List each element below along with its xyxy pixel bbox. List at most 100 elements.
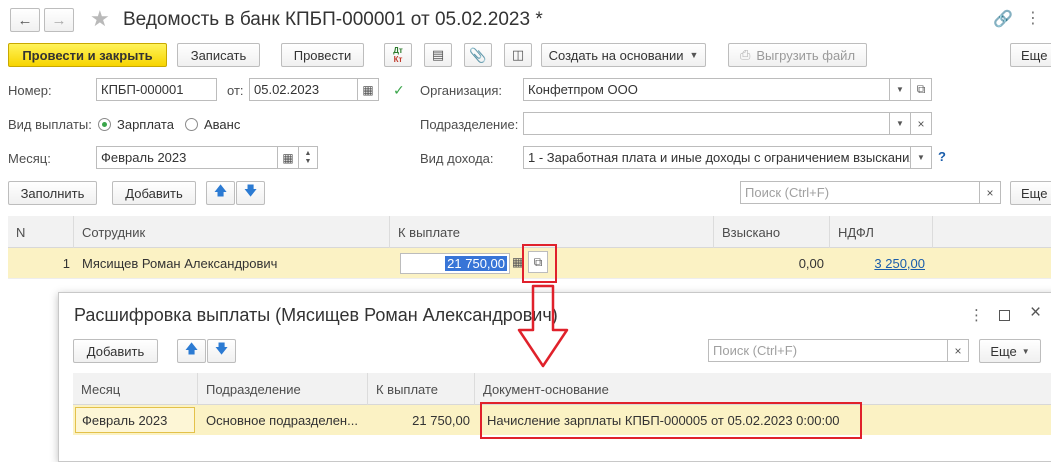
calendar-icon: ▦ — [362, 82, 374, 97]
column-n[interactable]: N — [8, 216, 74, 248]
chevron-down-icon: ▼ — [689, 50, 699, 60]
dt-kt-icon-top: Дт — [393, 46, 403, 55]
paperclip-icon: 📎 — [469, 46, 487, 63]
arrow-up-icon: 🡅 — [213, 183, 228, 198]
payout-salary-radio[interactable] — [98, 118, 111, 131]
popup-row-to-pay[interactable]: 21 750,00 — [368, 405, 470, 435]
attach-button[interactable]: 📎 — [464, 43, 492, 67]
help-icon[interactable]: ? — [938, 149, 946, 164]
column-ndfl[interactable]: НДФЛ — [830, 216, 933, 248]
clear-x-icon: × — [954, 343, 962, 358]
income-type-label: Вид дохода: — [420, 151, 494, 166]
forward-button[interactable]: → — [44, 8, 74, 32]
popup-move-down-button[interactable]: 🡇 — [207, 339, 236, 363]
organization-field[interactable]: Конфетпром ООО — [523, 78, 893, 101]
organization-label: Организация: — [420, 83, 503, 98]
popup-row-division[interactable]: Основное подразделен... — [206, 405, 366, 435]
fill-button[interactable]: Заполнить — [8, 181, 97, 205]
annotation-box-open-button — [522, 244, 557, 283]
number-field[interactable]: КПБП-000001 — [96, 78, 217, 101]
menu-dots-icon[interactable]: ⋮ — [1025, 8, 1041, 28]
organization-open-button[interactable]: ⧉ — [910, 78, 932, 101]
payout-salary-label[interactable]: Зарплата — [117, 117, 174, 132]
popup-search-input[interactable]: Поиск (Ctrl+F) — [708, 339, 948, 362]
move-down-button[interactable]: 🡇 — [236, 181, 265, 205]
dt-kt-button[interactable]: Дт Кт — [384, 43, 412, 67]
division-dropdown-button[interactable]: ▼ — [889, 112, 911, 135]
hierarchy-icon: ◫ — [511, 47, 525, 62]
chevron-down-icon: ▼ — [896, 85, 904, 94]
report-button[interactable]: ▤ — [424, 43, 452, 67]
popup-column-month[interactable]: Месяц — [73, 373, 198, 405]
create-based-on-label: Создать на основании — [548, 47, 684, 63]
organization-dropdown-button[interactable]: ▼ — [889, 78, 911, 101]
popup-column-document[interactable]: Документ-основание — [475, 373, 1051, 405]
chevron-down-icon: ▼ — [896, 119, 904, 128]
popup-column-to-pay[interactable]: К выплате — [368, 373, 475, 405]
chevron-down-icon: ▼ — [917, 153, 925, 162]
income-type-dropdown-button[interactable]: ▼ — [910, 146, 932, 169]
division-field[interactable] — [523, 112, 893, 135]
more-button[interactable]: Еще — [1010, 43, 1051, 67]
month-stepper[interactable]: ▲ ▼ — [298, 146, 318, 169]
number-label: Номер: — [8, 83, 52, 98]
export-file-button[interactable]: ⎙ Выгрузить файл — [728, 43, 867, 67]
link-icon[interactable]: 🔗 — [993, 9, 1013, 29]
payout-type-label: Вид выплаты: — [8, 117, 92, 132]
table-search-clear-button[interactable]: × — [979, 181, 1001, 204]
move-up-button[interactable]: 🡅 — [206, 181, 235, 205]
structure-button[interactable]: ◫ — [504, 43, 532, 67]
popup-menu-dots-icon[interactable]: ⋮ — [969, 306, 984, 324]
write-button[interactable]: Записать — [177, 43, 260, 67]
month-calendar-button[interactable]: ▦ — [277, 146, 299, 169]
row-ndfl-link[interactable]: 3 250,00 — [830, 248, 925, 278]
date-field[interactable]: 05.02.2023 — [249, 78, 358, 101]
arrow-up-icon: 🡅 — [184, 341, 199, 356]
table-more-button[interactable]: Еще — [1010, 181, 1051, 205]
approve-check-icon[interactable]: ✓ — [393, 82, 405, 99]
popup-column-division[interactable]: Подразделение — [198, 373, 368, 405]
to-pay-input[interactable]: 21 750,00 — [400, 253, 510, 274]
popup-more-button[interactable]: Еще ▼ — [979, 339, 1041, 363]
popup-row-month[interactable]: Февраль 2023 — [75, 407, 195, 433]
calendar-button[interactable]: ▦ — [357, 78, 379, 101]
dt-kt-icon-bottom: Кт — [393, 55, 403, 64]
row-employee[interactable]: Мясищев Роман Александрович — [82, 248, 382, 278]
calendar-icon: ▦ — [282, 150, 294, 165]
favorite-star-icon[interactable]: ★ — [90, 6, 110, 32]
export-icon: ⎙ — [739, 47, 751, 62]
column-withheld[interactable]: Взыскано — [714, 216, 830, 248]
back-button[interactable]: ← — [10, 8, 40, 32]
popup-close-icon[interactable]: × — [1030, 302, 1041, 324]
open-window-icon: ⧉ — [916, 82, 926, 96]
stepper-down-icon[interactable]: ▼ — [305, 158, 312, 166]
month-field[interactable]: Февраль 2023 — [96, 146, 278, 169]
row-number: 1 — [62, 255, 70, 271]
to-pay-value: 21 750,00 — [445, 256, 507, 271]
document-list-icon: ▤ — [431, 47, 445, 62]
popup-more-label: Еще — [990, 343, 1017, 359]
post-and-close-button[interactable]: Провести и закрыть — [8, 43, 167, 67]
create-based-on-button[interactable]: Создать на основании ▼ — [541, 43, 706, 67]
popup-search-clear-button[interactable]: × — [947, 339, 969, 362]
division-clear-button[interactable]: × — [910, 112, 932, 135]
table-search-input[interactable]: Поиск (Ctrl+F) — [740, 181, 980, 204]
chevron-down-icon: ▼ — [1021, 346, 1030, 356]
arrow-left-icon: ← — [17, 11, 33, 29]
popup-maximize-icon[interactable] — [999, 310, 1010, 321]
annotation-arrow-icon — [517, 284, 569, 368]
payout-advance-radio[interactable] — [185, 118, 198, 131]
stepper-up-icon[interactable]: ▲ — [305, 150, 312, 158]
from-label: от: — [227, 83, 244, 98]
add-button[interactable]: Добавить — [112, 181, 196, 205]
popup-add-button[interactable]: Добавить — [73, 339, 158, 363]
income-type-field[interactable]: 1 - Заработная плата и иные доходы с огр… — [523, 146, 913, 169]
clear-x-icon: × — [917, 116, 925, 131]
column-employee[interactable]: Сотрудник — [74, 216, 390, 248]
row-withheld: 0,00 — [798, 255, 824, 271]
post-button[interactable]: Провести — [281, 43, 364, 67]
export-file-label: Выгрузить файл — [756, 47, 856, 63]
payout-advance-label[interactable]: Аванс — [204, 117, 240, 132]
popup-move-up-button[interactable]: 🡅 — [177, 339, 206, 363]
division-label: Подразделение: — [420, 117, 519, 132]
